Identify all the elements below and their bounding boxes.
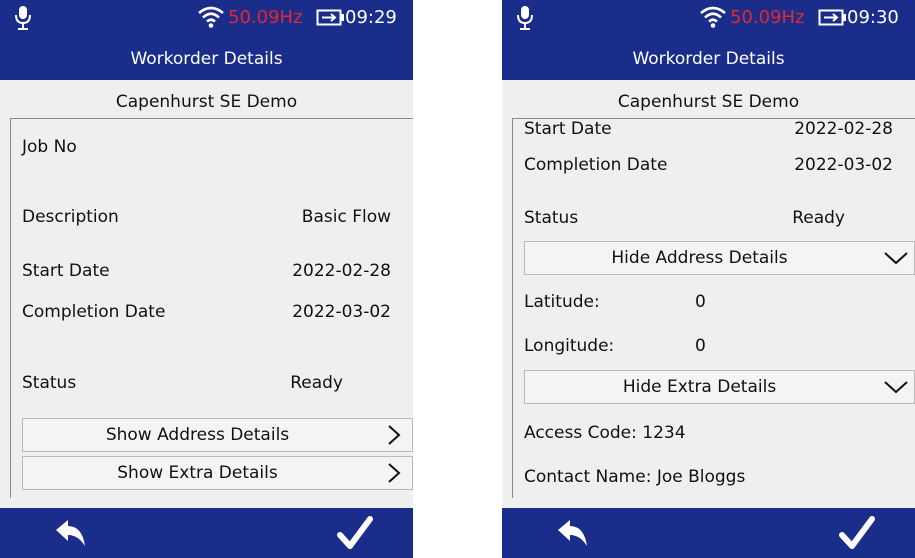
status-label: Status (22, 373, 77, 393)
wifi-icon (700, 6, 726, 28)
completion-date-label: Completion Date (524, 155, 668, 175)
hide-extra-details-button[interactable]: Hide Extra Details (524, 370, 915, 404)
longitude-label: Longitude: (524, 336, 615, 356)
clock-time: 09:30 (847, 7, 899, 28)
wifi-icon (198, 6, 224, 28)
page-title: Workorder Details (502, 38, 915, 80)
card-border (10, 118, 11, 498)
divider (10, 118, 413, 119)
job-no-label: Job No (22, 137, 77, 157)
bottom-bar (0, 508, 413, 558)
longitude-value: 0 (695, 336, 706, 356)
battery-icon (818, 9, 846, 26)
page-title: Workorder Details (0, 38, 413, 80)
checkmark-icon[interactable] (337, 516, 373, 550)
chevron-right-icon (388, 425, 401, 445)
chevron-down-icon (884, 381, 908, 394)
hide-address-details-label: Hide Address Details (611, 248, 788, 268)
workorder-name: Capenhurst SE Demo (617, 92, 800, 112)
workorder-screen-expanded: 50.09Hz 09:30 Workorder Details Capenhur… (502, 0, 915, 558)
frequency-readout: 50.09Hz (228, 7, 303, 28)
microphone-icon (517, 6, 533, 30)
start-date-label: Start Date (524, 119, 612, 139)
status-bar: 50.09Hz 09:30 (502, 0, 915, 38)
hide-address-details-button[interactable]: Hide Address Details (524, 241, 915, 275)
workorder-screen-collapsed: 50.09Hz 09:29 Workorder Details Capenhur… (0, 0, 413, 558)
show-extra-details-button[interactable]: Show Extra Details (22, 456, 413, 490)
microphone-icon (15, 6, 31, 30)
show-address-details-button[interactable]: Show Address Details (22, 418, 413, 452)
workorder-name: Capenhurst SE Demo (115, 92, 298, 112)
bottom-bar (502, 508, 915, 558)
back-arrow-icon[interactable] (554, 517, 594, 549)
start-date-value: 2022-02-28 (292, 261, 391, 281)
chevron-right-icon (388, 463, 401, 483)
completion-date-value: 2022-03-02 (292, 302, 391, 322)
latitude-value: 0 (695, 292, 706, 312)
start-date-value: 2022-02-28 (794, 119, 893, 139)
back-arrow-icon[interactable] (52, 517, 92, 549)
show-extra-details-label: Show Extra Details (117, 463, 278, 483)
access-code-text: Access Code: 1234 (524, 423, 686, 443)
status-value: Ready (792, 208, 845, 228)
completion-date-label: Completion Date (22, 302, 166, 322)
chevron-down-icon (884, 252, 908, 265)
status-bar: 50.09Hz 09:29 (0, 0, 413, 38)
status-label: Status (524, 208, 579, 228)
clock-time: 09:29 (345, 7, 397, 28)
hide-extra-details-label: Hide Extra Details (622, 377, 777, 397)
description-value: Basic Flow (301, 207, 391, 227)
latitude-label: Latitude: (524, 292, 600, 312)
start-date-label: Start Date (22, 261, 110, 281)
completion-date-value: 2022-03-02 (794, 155, 893, 175)
contact-name-text: Contact Name: Joe Bloggs (524, 467, 746, 487)
description-label: Description (22, 207, 119, 227)
card-border (512, 118, 513, 498)
show-address-details-label: Show Address Details (105, 425, 290, 445)
frequency-readout: 50.09Hz (730, 7, 805, 28)
checkmark-icon[interactable] (839, 516, 875, 550)
battery-icon (316, 9, 344, 26)
status-value: Ready (290, 373, 343, 393)
